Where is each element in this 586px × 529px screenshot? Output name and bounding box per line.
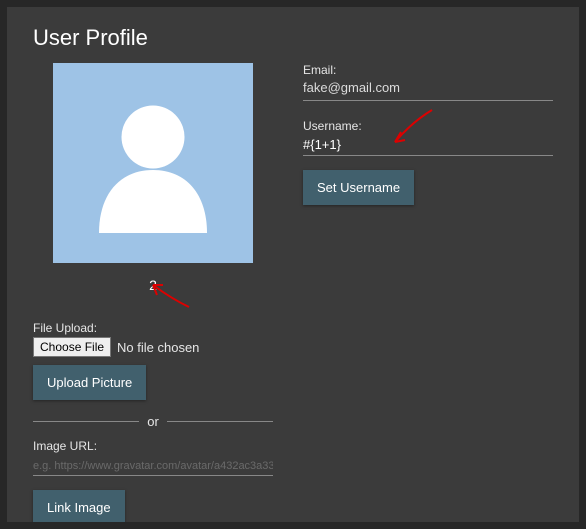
username-input[interactable] <box>303 135 553 156</box>
avatar-caption: 2 <box>33 277 273 293</box>
image-url-input[interactable] <box>33 455 273 476</box>
upload-picture-button[interactable]: Upload Picture <box>33 365 146 400</box>
user-profile-panel: User Profile 2 File Upload: Choose File … <box>7 7 579 522</box>
email-label: Email: <box>303 63 553 77</box>
right-column: Email: fake@gmail.com Username: Set User… <box>303 63 553 522</box>
separator: or <box>33 414 273 429</box>
file-status: No file chosen <box>117 340 199 355</box>
file-upload-label: File Upload: <box>33 321 273 335</box>
separator-line-left <box>33 421 139 422</box>
image-url-label: Image URL: <box>33 439 273 453</box>
username-label: Username: <box>303 119 553 133</box>
email-field: Email: fake@gmail.com <box>303 63 553 101</box>
separator-line-right <box>167 421 273 422</box>
email-value: fake@gmail.com <box>303 80 400 95</box>
avatar <box>53 63 253 263</box>
page-title: User Profile <box>33 25 553 51</box>
left-column: 2 File Upload: Choose File No file chose… <box>33 63 273 522</box>
image-url-section: Image URL: Link Image <box>33 439 273 522</box>
set-username-button[interactable]: Set Username <box>303 170 414 205</box>
user-silhouette-icon <box>78 86 228 241</box>
separator-text: or <box>147 414 159 429</box>
link-image-button[interactable]: Link Image <box>33 490 125 522</box>
username-field: Username: Set Username <box>303 119 553 205</box>
choose-file-button[interactable]: Choose File <box>33 337 111 357</box>
file-upload-section: File Upload: Choose File No file chosen … <box>33 321 273 400</box>
columns: 2 File Upload: Choose File No file chose… <box>33 63 553 522</box>
